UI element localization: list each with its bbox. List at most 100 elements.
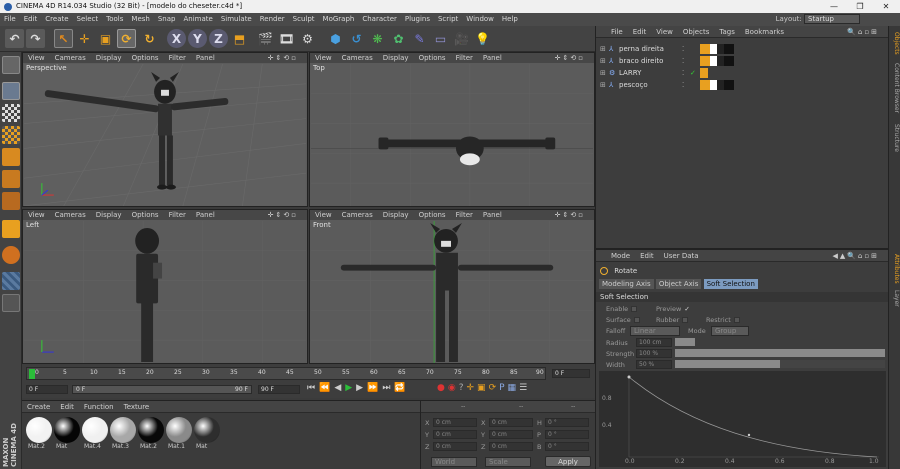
obj-menu-edit[interactable]: Edit [628,26,652,38]
menu-create[interactable]: Create [41,13,72,26]
rotate-icon[interactable]: ⟳ [117,29,136,48]
viewport-nav-icons[interactable]: ✛⇕⟲▫ [550,53,590,63]
size-mode-dropdown[interactable]: Scale [485,457,531,467]
viewport-top[interactable]: View Cameras Display Options Filter Panel ✛⇕⟲… [309,52,595,207]
minimize-button[interactable]: — [820,0,848,13]
coord-system-dropdown[interactable]: World [431,457,477,467]
menu-mesh[interactable]: Mesh [127,13,153,26]
move-icon[interactable]: ✛ [75,29,94,48]
surface-checkbox[interactable]: Surface [606,316,640,324]
render-settings-icon[interactable]: ⚙ [298,29,317,48]
maximize-button[interactable]: ❐ [846,0,874,13]
radius-field[interactable]: 100 cm [636,338,672,347]
undo-icon[interactable]: ↶ [5,29,24,48]
menu-animate[interactable]: Animate [179,13,216,26]
menu-script[interactable]: Script [434,13,462,26]
coordinate-system-icon[interactable]: ⬒ [230,29,249,48]
menu-sculpt[interactable]: Sculpt [289,13,319,26]
vp-menu-view[interactable]: View [310,210,337,220]
rubber-check[interactable] [682,317,689,323]
mat-menu-function[interactable]: Function [79,401,119,413]
menu-mograph[interactable]: MoGraph [319,13,359,26]
mat-menu-texture[interactable]: Texture [119,401,155,413]
viewport-nav-icons[interactable]: ✛⇕⟲▫ [550,210,590,220]
viewport-left[interactable]: View Cameras Display Options Filter Panel ✛⇕⟲… [22,209,308,364]
vp-menu-display[interactable]: Display [378,210,414,220]
live-selection-icon[interactable]: ↖ [54,29,73,48]
size-z-field[interactable]: 0 cm [489,442,533,451]
end-frame-field[interactable]: 90 F [258,385,300,394]
edges-mode-icon[interactable] [2,170,20,188]
lock-icon[interactable] [2,294,20,312]
expand-icon[interactable]: ⊞ [600,79,606,91]
floor-icon[interactable]: ▭ [431,29,450,48]
autokey-icon[interactable]: ◉ [448,383,459,393]
restrict-check[interactable] [733,317,740,323]
expand-icon[interactable]: ⊞ [600,55,606,67]
preview-check-icon[interactable]: ✓ [684,305,689,313]
size-y-field[interactable]: 0 cm [489,430,533,439]
material-swatch[interactable] [82,417,108,443]
pla-key-icon[interactable]: ▦ [508,383,520,393]
render-view-icon[interactable]: 🎬 [256,29,275,48]
prev-key-icon[interactable]: ⏪ [319,383,334,393]
preview-checkbox[interactable]: Preview ✓ [656,305,690,313]
vp-menu-display[interactable]: Display [91,210,127,220]
strength-field[interactable]: 100 % [636,349,672,358]
tab-layer[interactable]: Layer [890,288,900,308]
vp-menu-view[interactable]: View [310,53,337,63]
material-swatch[interactable] [54,417,80,443]
vp-menu-filter[interactable]: Filter [451,53,478,63]
menu-character[interactable]: Character [358,13,401,26]
material-swatch[interactable] [166,417,192,443]
layout-dropdown[interactable]: Startup [804,14,860,24]
render-picture-viewer-icon[interactable]: 🎞 [277,29,296,48]
tab-content-browser[interactable]: Content Browser [890,60,900,116]
vp-menu-cameras[interactable]: Cameras [337,210,378,220]
y-axis-icon[interactable]: Y [188,29,207,48]
rotation-b-field[interactable]: 0 ° [545,442,589,451]
restrict-checkbox[interactable]: Restrict [706,316,740,324]
prev-frame-icon[interactable]: ◀ [334,383,345,393]
polygons-mode-icon[interactable] [2,192,20,210]
make-editable-icon[interactable] [2,56,20,74]
attr-menu-user-data[interactable]: User Data [659,250,704,262]
magnet-icon[interactable] [2,246,20,264]
material-swatch[interactable] [138,417,164,443]
menu-simulate[interactable]: Simulate [217,13,256,26]
visibility-dots-icon[interactable]: ⁚ [682,67,684,79]
axis-mode-icon[interactable] [2,220,20,238]
viewport-nav-icons[interactable]: ✛⇕⟲▫ [263,53,303,63]
rubber-checkbox[interactable]: Rubber [656,316,689,324]
visibility-dots-icon[interactable]: ⁚ [682,55,684,67]
vp-menu-display[interactable]: Display [378,53,414,63]
position-z-field[interactable]: 0 cm [433,442,477,451]
enable-checkbox[interactable]: Enable [606,305,638,313]
keyframe-selection-icon[interactable]: ? [459,383,467,393]
object-tags[interactable] [700,56,734,66]
vp-menu-options[interactable]: Options [127,210,164,220]
menu-file[interactable]: File [0,13,20,26]
scale-icon[interactable]: ▣ [96,29,115,48]
size-x-field[interactable]: 0 cm [489,418,533,427]
vp-menu-panel[interactable]: Panel [191,210,220,220]
material-swatch[interactable] [26,417,52,443]
attr-nav-icons[interactable]: ◀▲🔍⌂▫⊞ [827,250,884,262]
close-button[interactable]: ✕ [872,0,900,13]
vp-menu-cameras[interactable]: Cameras [50,210,91,220]
snap-icon[interactable] [2,272,20,290]
object-tags[interactable] [700,80,734,90]
goto-end-icon[interactable]: ⏭ [382,383,394,393]
surface-check[interactable] [633,317,640,323]
obj-menu-view[interactable]: View [651,26,678,38]
loop-icon[interactable]: 🔁 [394,383,409,393]
vp-menu-panel[interactable]: Panel [478,210,507,220]
timeline-ruler[interactable]: 0 5 10 15 20 25 30 35 40 45 50 55 60 65 … [26,367,546,380]
parameter-key-icon[interactable]: P [499,383,507,393]
rotation-p-field[interactable]: 0 ° [545,430,589,439]
tab-structure[interactable]: Structure [890,120,900,156]
width-slider[interactable] [675,360,885,368]
spline-pen-icon[interactable]: ✎ [410,29,429,48]
tab-attributes[interactable]: Attributes [890,252,900,286]
mat-menu-create[interactable]: Create [22,401,55,413]
